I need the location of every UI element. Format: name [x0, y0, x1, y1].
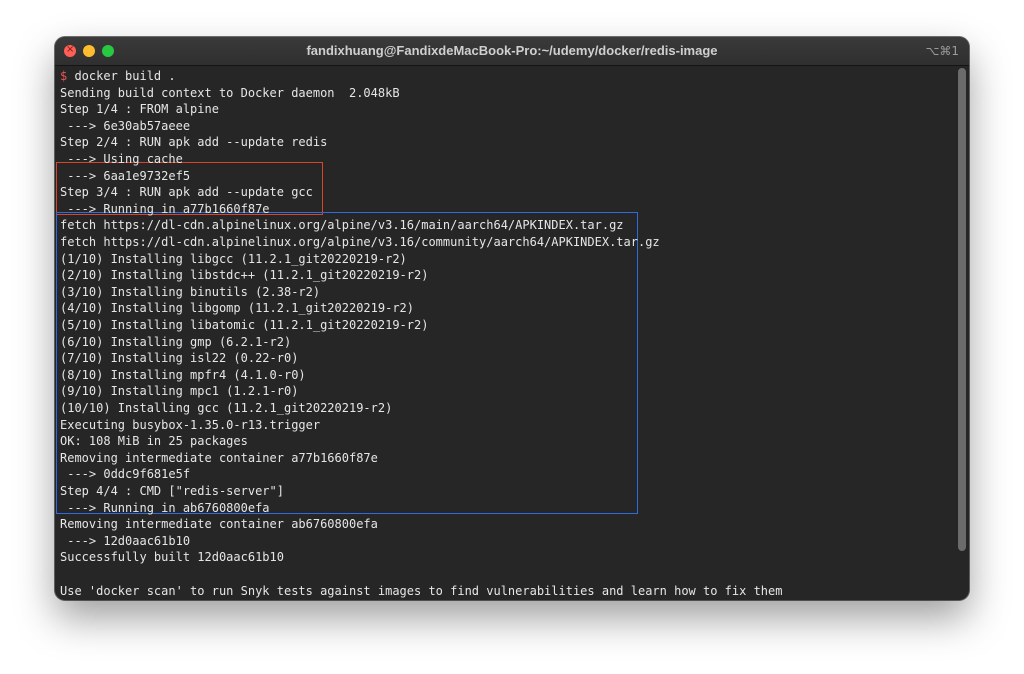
terminal-line: ---> 6e30ab57aeee — [60, 118, 191, 133]
terminal-output[interactable]: $ docker build . Sending build context t… — [55, 66, 953, 600]
terminal-line: OK: 108 MiB in 25 packages — [60, 434, 248, 449]
terminal-line: (4/10) Installing libgomp (11.2.1_git202… — [60, 301, 415, 316]
terminal-line: (9/10) Installing mpc1 (1.2.1-r0) — [60, 384, 299, 399]
command-line: $ docker build . — [60, 68, 176, 84]
terminal-line: Removing intermediate container a77b1660… — [60, 450, 378, 465]
terminal-line: Step 2/4 : RUN apk add --update redis — [60, 135, 328, 150]
terminal-line: (7/10) Installing isl22 (0.22-r0) — [60, 351, 299, 366]
terminal-line: (5/10) Installing libatomic (11.2.1_git2… — [60, 317, 429, 332]
terminal-line: ---> 12d0aac61b10 — [60, 533, 191, 548]
terminal-line: ---> 0ddc9f681e5f — [60, 467, 191, 482]
terminal-line: Step 1/4 : FROM alpine — [60, 102, 219, 117]
terminal-line: (10/10) Installing gcc (11.2.1_git202202… — [60, 400, 393, 415]
terminal-line: Step 3/4 : RUN apk add --update gcc — [60, 185, 313, 200]
terminal-line: (3/10) Installing binutils (2.38-r2) — [60, 284, 321, 299]
terminal-line: ---> Running in ab6760800efa — [60, 500, 270, 515]
terminal-line: Step 4/4 : CMD ["redis-server"] — [60, 483, 284, 498]
terminal-line: (6/10) Installing gmp (6.2.1-r2) — [60, 334, 292, 349]
window-title: fandixhuang@FandixdeMacBook-Pro:~/udemy/… — [306, 43, 718, 58]
terminal-window: × fandixhuang@FandixdeMacBook-Pro:~/udem… — [55, 37, 969, 600]
terminal-line: ---> Running in a77b1660f87e — [60, 201, 270, 216]
terminal-line: Removing intermediate container ab676080… — [60, 517, 378, 532]
terminal-line: fetch https://dl-cdn.alpinelinux.org/alp… — [60, 218, 624, 233]
title-bar[interactable]: × fandixhuang@FandixdeMacBook-Pro:~/udem… — [55, 37, 969, 66]
terminal-line: Executing busybox-1.35.0-r13.trigger — [60, 417, 321, 432]
terminal-line: ---> 6aa1e9732ef5 — [60, 168, 191, 183]
vertical-scrollbar[interactable] — [957, 68, 967, 596]
terminal-line: Successfully built 12d0aac61b10 — [60, 550, 284, 565]
terminal-line: Sending build context to Docker daemon 2… — [60, 85, 400, 100]
terminal-line: ---> Using cache — [60, 151, 183, 166]
terminal-line: (2/10) Installing libstdc++ (11.2.1_git2… — [60, 268, 429, 283]
command-text: docker build . — [67, 69, 176, 83]
scrollbar-thumb[interactable] — [958, 68, 966, 551]
terminal-line: (1/10) Installing libgcc (11.2.1_git2022… — [60, 251, 407, 266]
window-shortcut-label: ⌥⌘1 — [925, 44, 959, 58]
terminal-line: (8/10) Installing mpfr4 (4.1.0-r0) — [60, 367, 306, 382]
terminal-line: fetch https://dl-cdn.alpinelinux.org/alp… — [60, 234, 660, 249]
terminal-line: Use 'docker scan' to run Snyk tests agai… — [60, 583, 783, 598]
